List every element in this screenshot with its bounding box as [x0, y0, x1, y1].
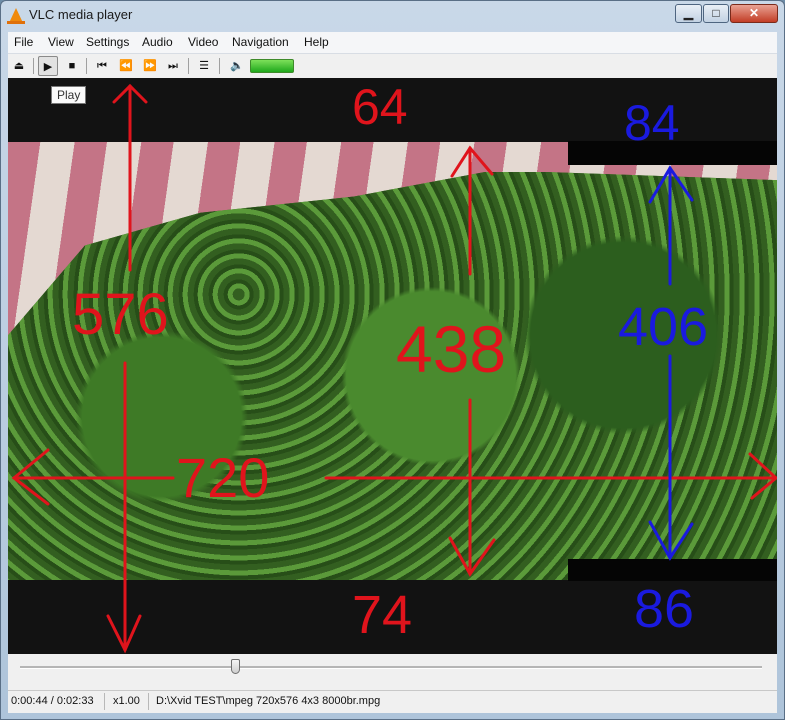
- blue-arrows: [648, 165, 694, 561]
- seek-slider-thumb[interactable]: [231, 659, 241, 674]
- volume-speaker-icon[interactable]: 🔈: [227, 56, 247, 76]
- video-area[interactable]: Play 64 576 720 438 74 84 406 86: [8, 78, 777, 654]
- menu-audio[interactable]: Audio: [142, 35, 173, 49]
- file-path: D:\Xvid TEST\mpeg 720x576 4x3 8000br.mpg: [156, 695, 381, 707]
- menu-view[interactable]: View: [48, 35, 74, 49]
- menu-bar: File View Settings Audio Video Navigatio…: [8, 32, 777, 54]
- label-bottom-bar: 74: [352, 585, 413, 645]
- title-bar[interactable]: VLC media player ▁ □ ✕: [1, 1, 784, 31]
- status-divider: [148, 693, 149, 710]
- client-area: File View Settings Audio Video Navigatio…: [8, 32, 777, 713]
- menu-help[interactable]: Help: [304, 35, 329, 49]
- previous-button[interactable]: ⏮: [92, 56, 112, 76]
- red-arrows: [11, 83, 777, 654]
- label-picture-height: 438: [396, 312, 507, 386]
- controls-toolbar: ⏏ ▶ ■ ⏮ ⏪ ⏩ ⏭ ☰ 🔈: [8, 54, 777, 78]
- volume-slider[interactable]: [250, 59, 294, 73]
- play-button[interactable]: ▶: [38, 56, 58, 76]
- measurement-arrows: [11, 83, 777, 654]
- toolbar-separator: [33, 58, 34, 74]
- close-button[interactable]: ✕: [730, 4, 778, 23]
- status-divider: [104, 693, 105, 710]
- menu-file[interactable]: File: [14, 35, 33, 49]
- playlist-button[interactable]: ☰: [194, 56, 214, 76]
- playback-speed[interactable]: x1.00: [113, 695, 140, 707]
- rewind-button[interactable]: ⏪: [116, 56, 136, 76]
- minimize-button[interactable]: ▁: [675, 4, 702, 23]
- menu-video[interactable]: Video: [188, 35, 218, 49]
- next-button[interactable]: ⏭: [163, 56, 183, 76]
- label-top-bar: 64: [352, 79, 408, 135]
- maximize-button[interactable]: □: [703, 4, 729, 23]
- stop-button[interactable]: ■: [62, 56, 82, 76]
- seek-track[interactable]: [20, 666, 762, 669]
- label-picture-height-right: 406: [618, 297, 709, 357]
- toolbar-separator: [219, 58, 220, 74]
- menu-navigation[interactable]: Navigation: [232, 35, 289, 49]
- toolbar-separator: [86, 58, 87, 74]
- label-width: 720: [176, 446, 270, 509]
- eject-icon[interactable]: ⏏: [9, 56, 29, 76]
- label-full-height: 576: [72, 282, 169, 347]
- label-bottom-bar-right: 86: [634, 579, 695, 639]
- menu-settings[interactable]: Settings: [86, 35, 129, 49]
- fast-forward-button[interactable]: ⏩: [140, 56, 160, 76]
- time-display[interactable]: 0:00:44 / 0:02:33: [11, 695, 94, 707]
- toolbar-separator: [188, 58, 189, 74]
- label-top-bar-right: 84: [624, 95, 680, 151]
- play-tooltip: Play: [51, 86, 87, 104]
- vlc-window: VLC media player ▁ □ ✕ File View Setting…: [0, 0, 785, 720]
- window-title: VLC media player: [29, 7, 133, 22]
- status-bar: 0:00:44 / 0:02:33 x1.00 D:\Xvid TEST\mpe…: [8, 690, 777, 713]
- vlc-cone-icon: [7, 8, 25, 24]
- seek-area: [8, 654, 777, 690]
